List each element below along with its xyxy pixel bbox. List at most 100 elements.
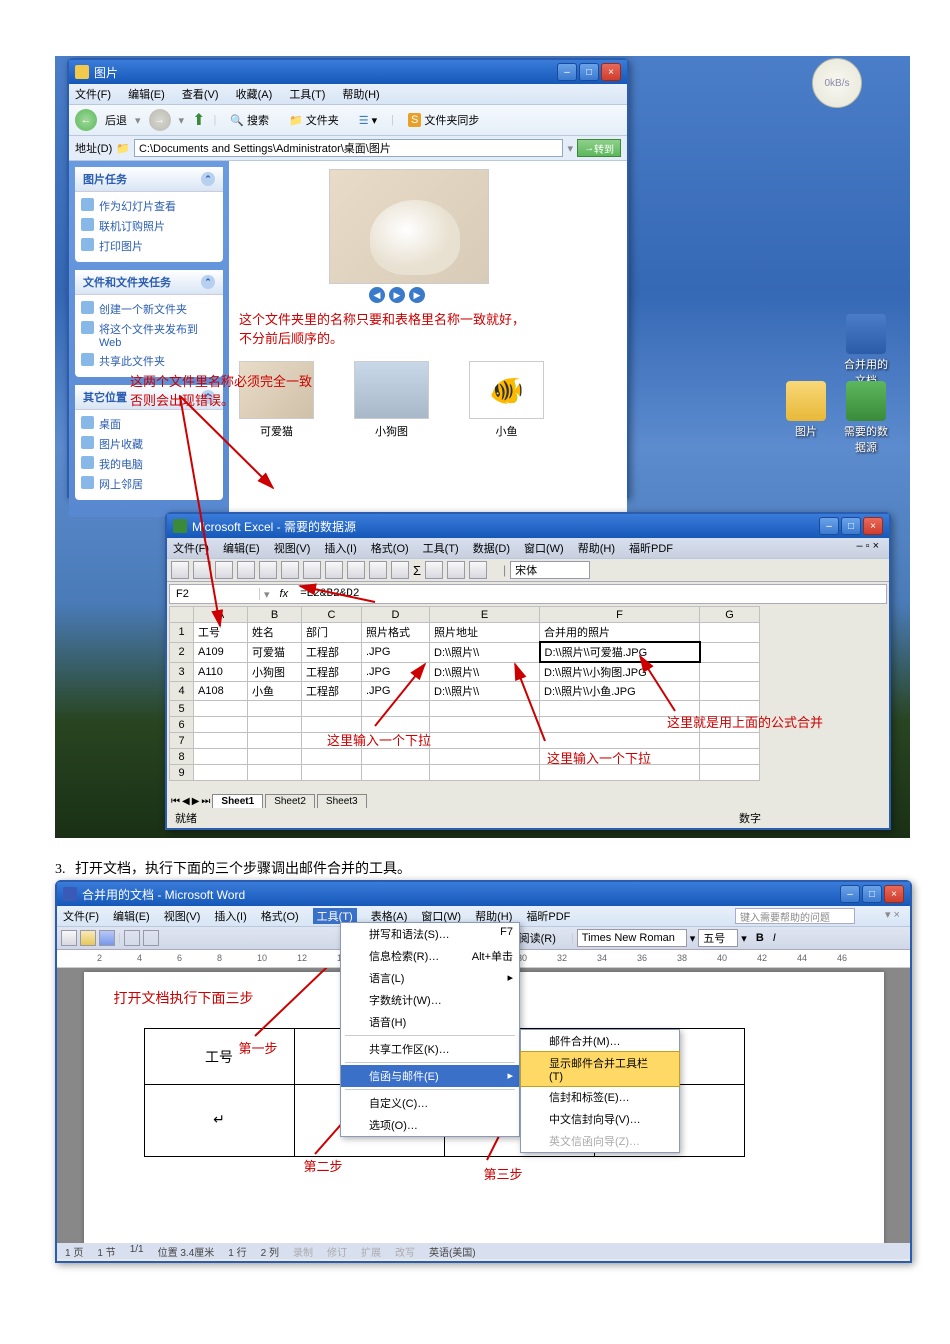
loc-mypics[interactable]: 图片收藏 xyxy=(81,434,217,454)
menu-insert[interactable]: 插入(I) xyxy=(214,908,246,924)
desktop-icon-folder[interactable]: 图片 xyxy=(782,381,830,439)
help-search[interactable] xyxy=(735,908,855,924)
menu-format[interactable]: 格式(O) xyxy=(261,908,299,924)
spreadsheet-grid[interactable]: ABCDEFG 1工号姓名部门照片格式照片地址合并用的照片 2A109可爱猫工程… xyxy=(169,606,760,781)
loc-mycomputer[interactable]: 我的电脑 xyxy=(81,454,217,474)
spell-icon[interactable] xyxy=(281,561,299,579)
task-publish[interactable]: 将这个文件夹发布到 Web xyxy=(81,319,217,351)
new-icon[interactable] xyxy=(61,930,77,946)
maximize-button[interactable]: □ xyxy=(841,517,861,535)
menu-language[interactable]: 语言(L)▸ xyxy=(341,967,519,989)
menu-edit[interactable]: 编辑(E) xyxy=(128,89,165,101)
submenu-mailmerge[interactable]: 邮件合并(M)… xyxy=(521,1030,679,1052)
task-slideshow[interactable]: 作为幻灯片查看 xyxy=(81,196,217,216)
save-icon[interactable] xyxy=(99,930,115,946)
chart-icon[interactable] xyxy=(447,561,465,579)
menu-pdf[interactable]: 福昕PDF xyxy=(526,908,570,924)
size-select[interactable] xyxy=(698,929,738,947)
undo-icon[interactable] xyxy=(369,561,387,579)
search-button[interactable]: 🔍搜索 xyxy=(224,110,275,130)
go-button[interactable]: → 转到 xyxy=(577,139,621,157)
close-button[interactable]: × xyxy=(863,517,883,535)
menu-options[interactable]: 选项(O)… xyxy=(341,1114,519,1136)
preview-icon[interactable] xyxy=(143,930,159,946)
menu-spell[interactable]: 拼写和语法(S)…F7 xyxy=(341,923,519,945)
thumb-dog[interactable]: 小狗图 xyxy=(354,361,429,439)
menu-file[interactable]: 文件(F) xyxy=(63,908,99,924)
fx-icon[interactable]: fx xyxy=(274,588,295,600)
menu-letters-mail[interactable]: 信函与邮件(E)▸ xyxy=(341,1065,519,1087)
next-icon[interactable]: ▶ xyxy=(409,287,425,303)
sync-button[interactable]: S文件夹同步 xyxy=(402,110,485,130)
close-button[interactable]: × xyxy=(884,885,904,903)
back-button[interactable]: ← xyxy=(75,109,97,131)
up-icon[interactable]: ⬆ xyxy=(192,110,205,130)
open-icon[interactable] xyxy=(80,930,96,946)
formula-input[interactable]: =E2&B2&D2 xyxy=(294,588,886,600)
excel-titlebar[interactable]: Microsoft Excel - 需要的数据源 – □ × xyxy=(167,514,889,538)
menu-tools[interactable]: 工具(T) xyxy=(423,540,459,556)
menu-speech[interactable]: 语音(H) xyxy=(341,1011,519,1033)
menu-fav[interactable]: 收藏(A) xyxy=(236,89,273,101)
close-button[interactable]: × xyxy=(601,63,621,81)
thumb-fish[interactable]: 🐠小鱼 xyxy=(469,361,544,439)
minimize-button[interactable]: – xyxy=(819,517,839,535)
help-icon[interactable] xyxy=(469,561,487,579)
new-icon[interactable] xyxy=(171,561,189,579)
menu-file[interactable]: 文件(F) xyxy=(75,89,111,101)
sum-icon[interactable]: Σ xyxy=(413,563,421,578)
print-icon[interactable] xyxy=(237,561,255,579)
menu-tools[interactable]: 工具(T) xyxy=(289,89,325,101)
large-preview[interactable] xyxy=(329,169,489,284)
menu-help[interactable]: 帮助(H) xyxy=(578,540,615,556)
play-icon[interactable]: ▶ xyxy=(389,287,405,303)
bold-button[interactable]: B xyxy=(756,932,764,944)
doc-restore[interactable]: – ▫ × xyxy=(856,540,879,556)
word-titlebar[interactable]: 合并用的文档 - Microsoft Word – □ × xyxy=(57,882,910,906)
collapse-icon[interactable]: ⌃ xyxy=(201,172,215,186)
minimize-button[interactable]: – xyxy=(840,885,860,903)
copy-icon[interactable] xyxy=(325,561,343,579)
sort-icon[interactable] xyxy=(425,561,443,579)
desktop-icon-word[interactable]: 合并用的文档 xyxy=(842,314,890,388)
font-select[interactable] xyxy=(577,929,687,947)
paste-icon[interactable] xyxy=(347,561,365,579)
menu-insert[interactable]: 插入(I) xyxy=(324,540,356,556)
menu-edit[interactable]: 编辑(E) xyxy=(223,540,260,556)
redo-icon[interactable] xyxy=(391,561,409,579)
prev-icon[interactable]: ◀ xyxy=(369,287,385,303)
menu-format[interactable]: 格式(O) xyxy=(371,540,409,556)
menu-edit[interactable]: 编辑(E) xyxy=(113,908,150,924)
explorer-titlebar[interactable]: 图片 – □ × xyxy=(69,60,627,84)
menu-wordcount[interactable]: 字数统计(W)… xyxy=(341,989,519,1011)
save-icon[interactable] xyxy=(215,561,233,579)
submenu-cn-envelope[interactable]: 中文信封向导(V)… xyxy=(521,1108,679,1130)
folders-button[interactable]: 📁文件夹 xyxy=(283,110,345,130)
font-select[interactable] xyxy=(510,561,590,579)
maximize-button[interactable]: □ xyxy=(862,885,882,903)
submenu-toolbar[interactable]: 显示邮件合并工具栏(T) xyxy=(520,1051,680,1087)
menu-view[interactable]: 查看(V) xyxy=(182,89,219,101)
collapse-icon[interactable]: ⌃ xyxy=(201,275,215,289)
menu-data[interactable]: 数据(D) xyxy=(473,540,510,556)
tab-sheet3[interactable]: Sheet3 xyxy=(317,794,367,808)
menu-research[interactable]: 信息检索(R)…Alt+单击 xyxy=(341,945,519,967)
menu-customize[interactable]: 自定义(C)… xyxy=(341,1092,519,1114)
minimize-button[interactable]: – xyxy=(557,63,577,81)
menu-pdf[interactable]: 福昕PDF xyxy=(629,540,673,556)
nav-prev[interactable]: ◀ xyxy=(182,796,190,807)
preview-icon[interactable] xyxy=(259,561,277,579)
nav-next[interactable]: ▶ xyxy=(192,796,200,807)
tab-sheet2[interactable]: Sheet2 xyxy=(265,794,315,808)
menu-view[interactable]: 视图(V) xyxy=(164,908,201,924)
task-share[interactable]: 共享此文件夹 xyxy=(81,351,217,371)
address-input[interactable] xyxy=(134,139,563,157)
nav-last[interactable]: ⏭ xyxy=(201,796,210,807)
loc-network[interactable]: 网上邻居 xyxy=(81,474,217,494)
maximize-button[interactable]: □ xyxy=(579,63,599,81)
task-newfolder[interactable]: 创建一个新文件夹 xyxy=(81,299,217,319)
cut-icon[interactable] xyxy=(303,561,321,579)
menu-view[interactable]: 视图(V) xyxy=(274,540,311,556)
task-order[interactable]: 联机订购照片 xyxy=(81,216,217,236)
menu-window[interactable]: 窗口(W) xyxy=(524,540,564,556)
